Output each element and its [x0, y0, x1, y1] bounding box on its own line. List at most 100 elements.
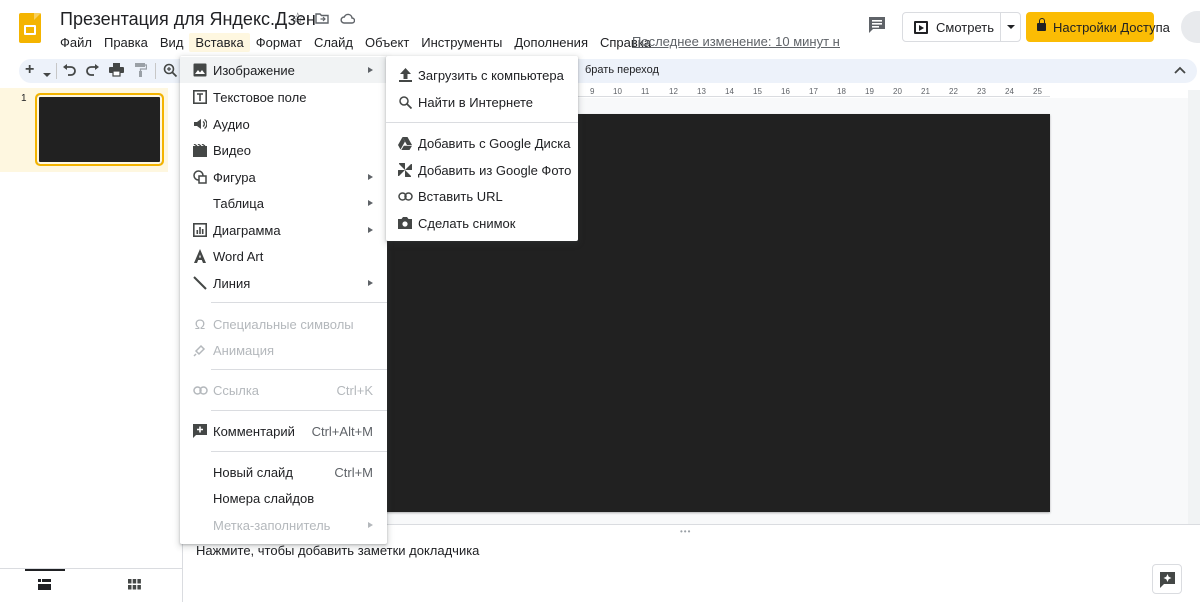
menu-item-label: Комментарий: [213, 424, 295, 439]
document-title[interactable]: Презентация для Яндекс.Дзен: [60, 9, 316, 30]
grid-view-tab[interactable]: [115, 569, 155, 602]
print-icon[interactable]: [109, 63, 124, 80]
menu-item-label: Аудио: [213, 117, 250, 132]
insert-line-item[interactable]: Линия: [180, 270, 387, 296]
submenu-arrow-icon: [368, 280, 373, 286]
video-icon: [192, 142, 208, 158]
link-icon: [397, 188, 413, 204]
insert-menu: Изображение Текстовое поле Аудио Видео Ф…: [180, 56, 387, 544]
insert-wordart-item[interactable]: Word Art: [180, 243, 387, 269]
insert-image-item[interactable]: Изображение: [180, 57, 387, 83]
submenu-arrow-icon: [368, 174, 373, 180]
cloud-status-icon[interactable]: [340, 12, 356, 28]
chevron-down-icon[interactable]: [43, 65, 51, 81]
menu-item-label: Ссылка: [213, 383, 260, 398]
search-web-item[interactable]: Найти в Интернете: [386, 89, 578, 115]
insert-new-slide-item[interactable]: Новый слайд Ctrl+M: [180, 459, 387, 485]
menu-view[interactable]: Вид: [154, 33, 190, 52]
ruler-tick: 18: [837, 87, 846, 96]
insert-shape-item[interactable]: Фигура: [180, 164, 387, 190]
ruler-tick: 21: [921, 87, 930, 96]
menu-file[interactable]: Файл: [54, 33, 98, 52]
redo-icon[interactable]: [85, 63, 100, 80]
new-slide-icon[interactable]: +: [25, 62, 34, 78]
menu-tools[interactable]: Инструменты: [415, 33, 508, 52]
submenu-item-label: Найти в Интернете: [418, 95, 534, 110]
submenu-item-label: Сделать снимок: [418, 216, 516, 231]
collapse-menus-icon[interactable]: [1172, 62, 1188, 78]
menu-divider: [211, 369, 387, 370]
insert-textbox-item[interactable]: Текстовое поле: [180, 84, 387, 110]
speaker-notes[interactable]: Нажмите, чтобы добавить заметки докладчи…: [184, 534, 1200, 602]
animation-icon: [192, 342, 208, 358]
toolbar-divider: [155, 63, 156, 79]
menu-object[interactable]: Объект: [359, 33, 415, 52]
insert-slide-numbers-item[interactable]: Номера слайдов: [180, 485, 387, 511]
comments-icon[interactable]: [866, 14, 888, 36]
insert-audio-item[interactable]: Аудио: [180, 111, 387, 137]
ruler-tick: 19: [865, 87, 874, 96]
account-avatar[interactable]: [1181, 11, 1200, 43]
insert-chart-item[interactable]: Диаграмма: [180, 217, 387, 243]
filmstrip-view-tab[interactable]: [25, 569, 65, 602]
present-label: Смотреть: [936, 19, 994, 35]
view-switcher: [0, 568, 183, 602]
submenu-item-label: Вставить URL: [418, 189, 503, 204]
menu-item-label: Специальные символы: [213, 317, 354, 332]
add-from-photos-item[interactable]: Добавить из Google Фото: [386, 157, 578, 183]
present-button[interactable]: Смотреть: [902, 12, 1021, 42]
paint-format-icon[interactable]: [134, 63, 148, 80]
last-edit-link[interactable]: Последнее изменение: 10 минут наз...: [632, 34, 840, 49]
insert-placeholder-item: Метка-заполнитель: [180, 512, 387, 538]
menu-addons[interactable]: Дополнения: [508, 33, 594, 52]
menu-item-label: Текстовое поле: [213, 90, 307, 105]
star-icon[interactable]: ☆: [291, 11, 304, 27]
share-button[interactable]: Настройки Доступа: [1026, 12, 1170, 42]
upload-icon: [397, 67, 413, 83]
submenu-arrow-icon: [368, 522, 373, 528]
menu-item-label: Фигура: [213, 170, 256, 185]
take-snapshot-item[interactable]: Сделать снимок: [386, 210, 578, 236]
insert-table-item[interactable]: Таблица: [180, 190, 387, 216]
camera-icon: [397, 215, 413, 231]
add-from-drive-item[interactable]: Добавить с Google Диска: [386, 130, 578, 156]
menu-edit[interactable]: Правка: [98, 33, 154, 52]
menu-divider: [211, 410, 387, 411]
undo-icon[interactable]: [62, 63, 77, 80]
menu-format[interactable]: Формат: [250, 33, 308, 52]
menu-slide[interactable]: Слайд: [308, 33, 359, 52]
ruler-tick: 14: [725, 87, 734, 96]
shortcut-label: Ctrl+Alt+M: [311, 424, 373, 439]
filmstrip-slide[interactable]: 1: [0, 88, 168, 172]
vertical-scrollbar[interactable]: [1188, 90, 1200, 524]
menu-divider: [386, 122, 578, 123]
transition-button[interactable]: брать переход: [585, 64, 659, 76]
slides-logo-icon[interactable]: [19, 13, 41, 43]
ruler-tick: 11: [641, 87, 650, 96]
menu-bar: Файл Правка Вид Вставка Формат Слайд Объ…: [54, 32, 657, 52]
zoom-icon[interactable]: [163, 63, 178, 81]
present-dropdown-button[interactable]: [1000, 13, 1020, 41]
app-header: Презентация для Яндекс.Дзен ☆ Файл Правк…: [0, 0, 1200, 56]
explore-button[interactable]: [1152, 564, 1182, 594]
slide-number: 1: [21, 93, 27, 104]
ruler-tick: 20: [893, 87, 902, 96]
lock-icon: [1037, 18, 1046, 31]
insert-comment-item[interactable]: Комментарий Ctrl+Alt+M: [180, 418, 387, 444]
google-photos-icon: [397, 162, 413, 178]
submenu-item-label: Загрузить с компьютера: [418, 68, 564, 83]
insert-by-url-item[interactable]: Вставить URL: [386, 183, 578, 209]
add-comment-icon: [192, 423, 208, 439]
submenu-arrow-icon: [368, 227, 373, 233]
menu-item-label: Номера слайдов: [213, 491, 315, 506]
move-folder-icon[interactable]: [315, 12, 329, 28]
ruler-tick: 9: [590, 87, 595, 96]
menu-insert[interactable]: Вставка: [189, 32, 250, 52]
omega-icon: Ω: [194, 316, 206, 332]
line-icon: [192, 275, 208, 291]
menu-item-label: Изображение: [213, 63, 295, 78]
upload-from-computer-item[interactable]: Загрузить с компьютера: [386, 62, 578, 88]
slide-thumbnail[interactable]: [35, 93, 164, 166]
horizontal-ruler[interactable]: 9 10 11 12 13 14 15 16 17 18 19 20 21 22…: [575, 87, 1050, 97]
insert-video-item[interactable]: Видео: [180, 137, 387, 163]
